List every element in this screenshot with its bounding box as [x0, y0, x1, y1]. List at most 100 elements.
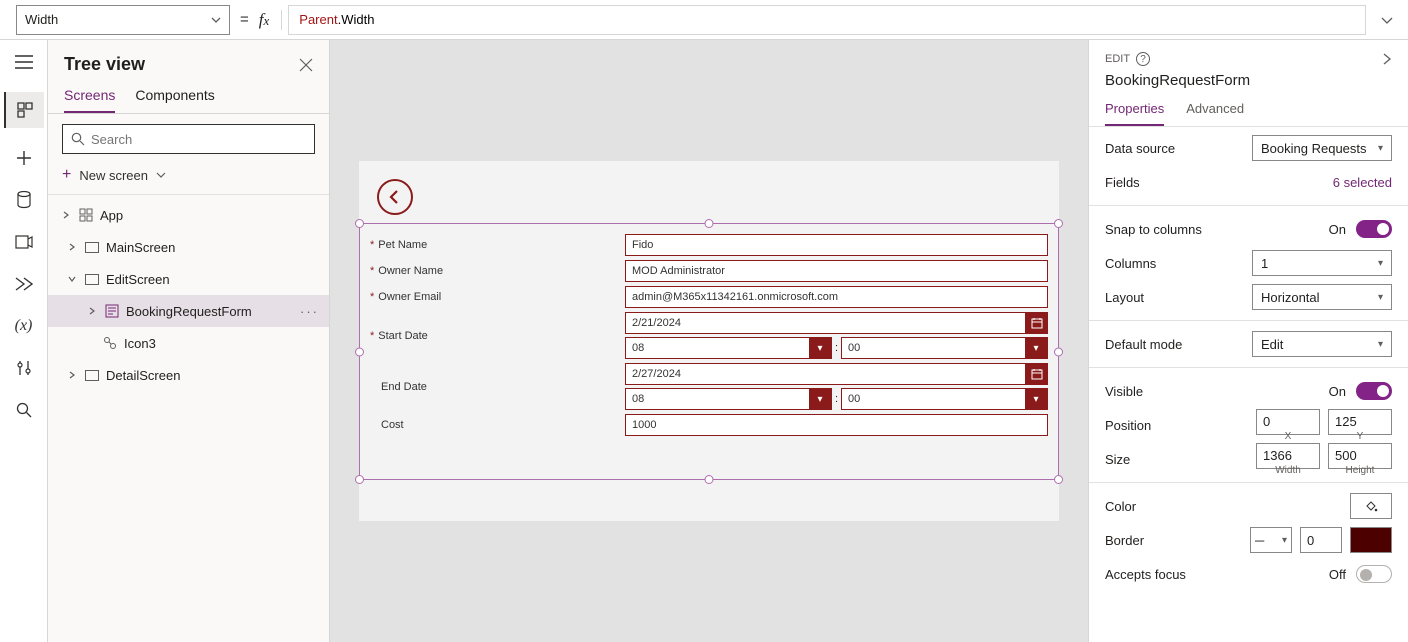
search-icon[interactable]: [12, 398, 36, 422]
start-date-input[interactable]: 2/21/2024: [625, 312, 1026, 334]
fx-icon: fx: [259, 10, 276, 30]
field-cost: Cost 1000: [370, 414, 1048, 436]
tree-item-label: MainScreen: [106, 240, 175, 255]
property-selector-value: Width: [25, 12, 58, 27]
formula-input[interactable]: Parent.Width: [288, 5, 1366, 35]
calendar-icon[interactable]: [1026, 363, 1048, 385]
chevron-down-icon: ▾: [1025, 389, 1047, 409]
tab-components[interactable]: Components: [135, 87, 214, 113]
prop-label-data-source: Data source: [1105, 141, 1175, 156]
field-label: Owner Name: [378, 265, 443, 277]
required-indicator: *: [370, 239, 374, 251]
pet-name-input[interactable]: Fido: [625, 234, 1048, 256]
chevron-down-icon: ▾: [809, 389, 831, 409]
calendar-icon[interactable]: [1026, 312, 1048, 334]
time-separator: :: [835, 393, 838, 405]
search-icon: [71, 132, 85, 146]
data-source-select[interactable]: Booking Requests▾: [1252, 135, 1392, 161]
owner-email-input[interactable]: admin@M365x11342161.onmicrosoft.com: [625, 286, 1048, 308]
tree-view-title: Tree view: [64, 54, 145, 75]
border-width-input[interactable]: 0: [1300, 527, 1342, 553]
border-style-select[interactable]: ─▾: [1250, 527, 1292, 553]
insert-icon[interactable]: [12, 146, 36, 170]
tab-advanced[interactable]: Advanced: [1186, 101, 1244, 126]
screen-preview[interactable]: * Pet Name Fido * Owner Name MOD Administr…: [359, 161, 1059, 521]
screen-icon: [84, 239, 100, 255]
more-icon[interactable]: ···: [300, 304, 319, 319]
fields-link[interactable]: 6 selected: [1333, 175, 1392, 190]
resize-handle[interactable]: [355, 219, 364, 228]
resize-handle[interactable]: [1054, 475, 1063, 484]
form-fields: * Pet Name Fido * Owner Name MOD Administr…: [370, 234, 1048, 436]
screen-icon: [84, 271, 100, 287]
accepts-focus-toggle[interactable]: [1356, 565, 1392, 583]
default-mode-select[interactable]: Edit▾: [1252, 331, 1392, 357]
advanced-tools-icon[interactable]: [12, 356, 36, 380]
cost-input[interactable]: 1000: [625, 414, 1048, 436]
resize-handle[interactable]: [1054, 219, 1063, 228]
properties-panel: EDIT ? BookingRequestForm Properties Adv…: [1088, 40, 1408, 642]
help-icon[interactable]: ?: [1136, 52, 1150, 66]
tree-item-label: App: [100, 208, 123, 223]
owner-name-input[interactable]: MOD Administrator: [625, 260, 1048, 282]
required-indicator: *: [370, 265, 374, 277]
tree-item-bookingrequestform[interactable]: BookingRequestForm ···: [48, 295, 329, 327]
end-date-input[interactable]: 2/27/2024: [625, 363, 1026, 385]
end-hour-select[interactable]: 08▾: [625, 388, 832, 410]
back-button[interactable]: [377, 179, 413, 215]
columns-select[interactable]: 1▾: [1252, 250, 1392, 276]
form-icon: [104, 303, 120, 319]
chevron-right-icon: [86, 307, 98, 315]
power-automate-icon[interactable]: [12, 272, 36, 296]
snap-toggle[interactable]: [1356, 220, 1392, 238]
tree-item-icon3[interactable]: Icon3: [48, 327, 329, 359]
property-selector[interactable]: Width: [16, 5, 230, 35]
tab-screens[interactable]: Screens: [64, 87, 115, 113]
selected-form[interactable]: * Pet Name Fido * Owner Name MOD Administr…: [359, 223, 1059, 480]
media-icon[interactable]: [12, 230, 36, 254]
size-h-sublabel: Height: [1328, 465, 1392, 476]
chevron-right-icon: [60, 211, 72, 219]
variables-icon[interactable]: (x): [12, 314, 36, 338]
resize-handle[interactable]: [355, 475, 364, 484]
close-icon[interactable]: [299, 58, 313, 72]
tree-item-editscreen[interactable]: EditScreen: [48, 263, 329, 295]
field-label: Pet Name: [378, 239, 427, 251]
tree-item-detailscreen[interactable]: DetailScreen: [48, 359, 329, 391]
field-label: Cost: [381, 419, 404, 431]
canvas[interactable]: * Pet Name Fido * Owner Name MOD Administr…: [330, 40, 1088, 642]
layout-select[interactable]: Horizontal▾: [1252, 284, 1392, 310]
border-color-picker[interactable]: [1350, 527, 1392, 553]
visible-toggle[interactable]: [1356, 382, 1392, 400]
tree-search[interactable]: [62, 124, 315, 154]
resize-handle[interactable]: [355, 347, 364, 356]
tree-view-icon[interactable]: [4, 92, 44, 128]
pos-x-sublabel: X: [1256, 431, 1320, 442]
new-screen-label: New screen: [79, 168, 148, 183]
tree-item-mainscreen[interactable]: MainScreen: [48, 231, 329, 263]
resize-handle[interactable]: [705, 475, 714, 484]
chevron-down-icon: ▾: [1378, 258, 1383, 269]
chevron-down-icon: ▾: [1282, 535, 1287, 546]
formula-expand-button[interactable]: [1372, 13, 1400, 27]
tree-item-label: EditScreen: [106, 272, 170, 287]
start-min-select[interactable]: 00▾: [841, 337, 1048, 359]
hamburger-icon[interactable]: [12, 50, 36, 74]
resize-handle[interactable]: [705, 219, 714, 228]
start-hour-select[interactable]: 08▾: [625, 337, 832, 359]
tree-search-input[interactable]: [91, 132, 306, 147]
field-owner-email: *Owner Email admin@M365x11342161.onmicro…: [370, 286, 1048, 308]
chevron-down-icon: [66, 275, 78, 283]
tab-properties[interactable]: Properties: [1105, 101, 1164, 126]
data-icon[interactable]: [12, 188, 36, 212]
end-min-select[interactable]: 00▾: [841, 388, 1048, 410]
color-picker[interactable]: [1350, 493, 1392, 519]
prop-label-fields: Fields: [1105, 175, 1140, 190]
resize-handle[interactable]: [1054, 347, 1063, 356]
new-screen-button[interactable]: + New screen: [48, 160, 329, 195]
screen-icon: [84, 367, 100, 383]
tree-item-app[interactable]: App: [48, 199, 329, 231]
chevron-down-icon: [211, 15, 221, 25]
chevron-right-icon[interactable]: [1382, 52, 1392, 66]
app-icon: [78, 207, 94, 223]
